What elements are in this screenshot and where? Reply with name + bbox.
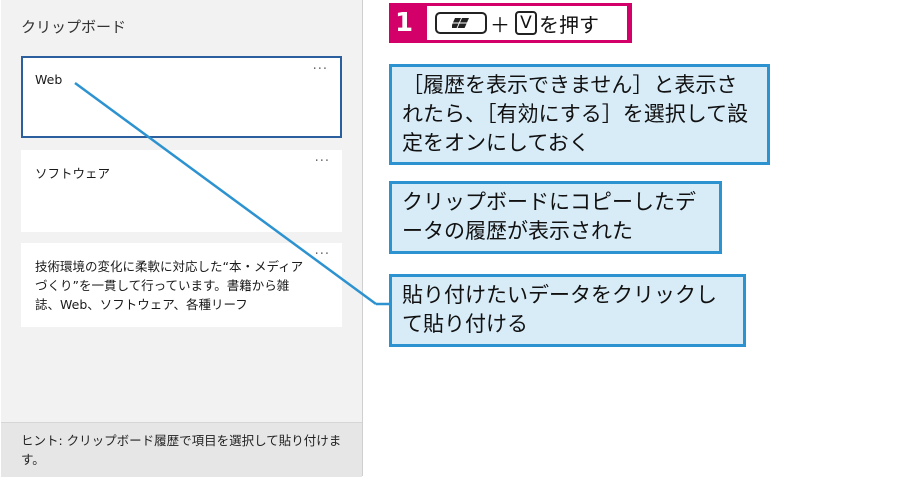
connector-line: [74, 81, 377, 306]
connector-lines: [74, 81, 389, 306]
